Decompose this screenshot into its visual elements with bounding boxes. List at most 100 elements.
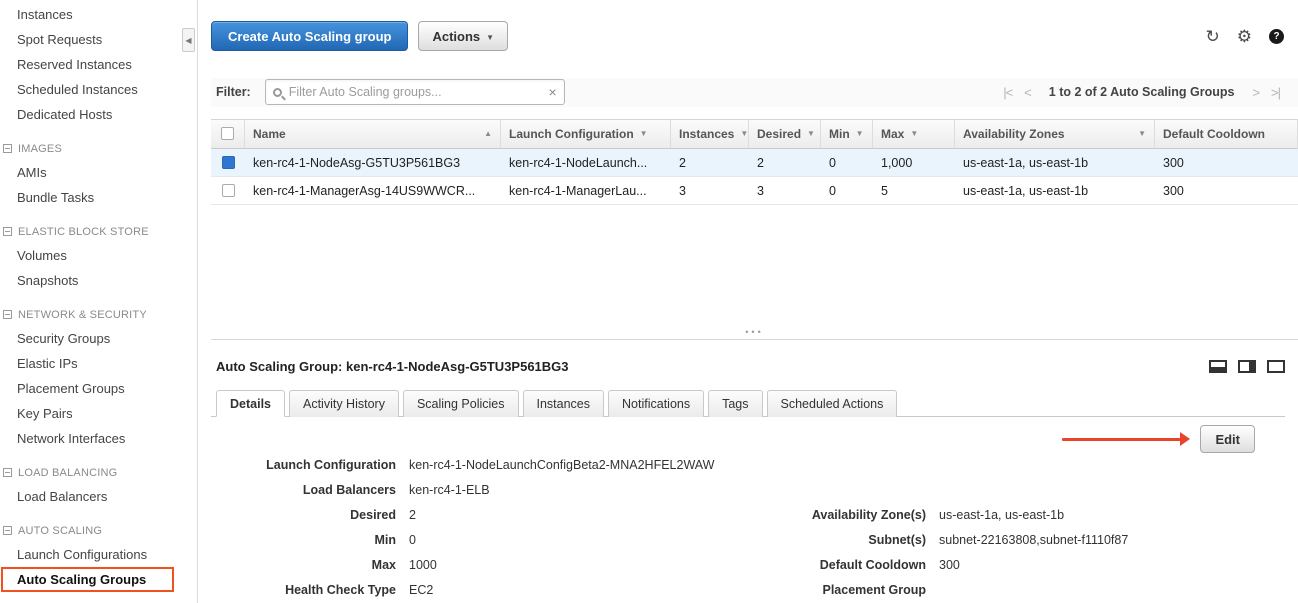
sidebar-item-load-balancers[interactable]: Load Balancers bbox=[0, 484, 180, 509]
column-header-default-cooldown[interactable]: Default Cooldown bbox=[1155, 119, 1298, 149]
sidebar-section-elastic-block-store[interactable]: ELASTIC BLOCK STORE bbox=[0, 220, 180, 243]
cell-instances: 3 bbox=[671, 177, 749, 205]
detail-tabs: Details Activity History Scaling Policie… bbox=[211, 390, 1285, 417]
filter-label: Filter: bbox=[211, 85, 251, 99]
pane-right-icon[interactable] bbox=[1238, 360, 1256, 373]
sidebar-item-spot-requests[interactable]: Spot Requests bbox=[0, 27, 180, 52]
filter-bar: Filter: × |< < 1 to 2 of 2 Auto Scaling … bbox=[211, 78, 1298, 107]
sidebar-section-label: AUTO SCALING bbox=[18, 525, 102, 537]
sidebar-item-dedicated-hosts[interactable]: Dedicated Hosts bbox=[0, 102, 180, 127]
refresh-icon[interactable]: ↻ bbox=[1206, 28, 1220, 45]
select-all-checkbox[interactable] bbox=[211, 119, 245, 149]
cell-min: 0 bbox=[821, 177, 873, 205]
field-placement-group: Placement Group bbox=[731, 578, 1128, 603]
column-header-name[interactable]: Name ▲ bbox=[245, 119, 501, 149]
collapse-sidebar-icon[interactable]: ◀ bbox=[182, 28, 195, 52]
tab-scaling-policies[interactable]: Scaling Policies bbox=[403, 390, 519, 417]
sidebar-item-key-pairs[interactable]: Key Pairs bbox=[0, 401, 180, 426]
sidebar-section-label: LOAD BALANCING bbox=[18, 467, 117, 479]
sidebar-item-reserved-instances[interactable]: Reserved Instances bbox=[0, 52, 180, 77]
sidebar-item-placement-groups[interactable]: Placement Groups bbox=[0, 376, 180, 401]
pagination-next-button[interactable]: > bbox=[1252, 85, 1259, 100]
pagination-first-button[interactable]: |< bbox=[1003, 85, 1012, 100]
empty-area bbox=[211, 205, 1298, 334]
column-header-launch-configuration[interactable]: Launch Configuration ▼ bbox=[501, 119, 671, 149]
actions-button[interactable]: Actions▼ bbox=[418, 21, 508, 51]
annotation-arrow-icon bbox=[1062, 432, 1190, 446]
tab-tags[interactable]: Tags bbox=[708, 390, 762, 417]
help-icon[interactable]: ? bbox=[1269, 29, 1284, 44]
column-header-min[interactable]: Min ▼ bbox=[821, 119, 873, 149]
sidebar-item-amis[interactable]: AMIs bbox=[0, 160, 180, 185]
sidebar-item-auto-scaling-groups[interactable]: Auto Scaling Groups bbox=[1, 567, 174, 592]
tab-scheduled-actions[interactable]: Scheduled Actions bbox=[767, 390, 898, 417]
sidebar-item-launch-configurations[interactable]: Launch Configurations bbox=[0, 542, 180, 567]
sidebar-item-elastic-ips[interactable]: Elastic IPs bbox=[0, 351, 180, 376]
sidebar-item-security-groups[interactable]: Security Groups bbox=[0, 326, 180, 351]
field-label: Subnet(s) bbox=[731, 528, 926, 553]
column-label: Desired bbox=[757, 127, 801, 141]
filter-dropdown-icon: ▼ bbox=[807, 129, 815, 138]
cell-name: ken-rc4-1-NodeAsg-G5TU3P561BG3 bbox=[245, 149, 501, 177]
clear-filter-icon[interactable]: × bbox=[543, 84, 557, 100]
collapse-section-icon bbox=[3, 526, 12, 535]
tab-details[interactable]: Details bbox=[216, 390, 285, 417]
sidebar-item-snapshots[interactable]: Snapshots bbox=[0, 268, 180, 293]
field-value: subnet-22163808,subnet-f1110f87 bbox=[939, 528, 1128, 553]
detail-title: Auto Scaling Group: ken-rc4-1-NodeAsg-G5… bbox=[216, 359, 569, 374]
pagination-last-button[interactable]: >| bbox=[1271, 85, 1280, 100]
column-label: Default Cooldown bbox=[1163, 127, 1265, 141]
column-header-instances[interactable]: Instances ▼ bbox=[671, 119, 749, 149]
column-label: Max bbox=[881, 127, 904, 141]
sort-ascending-icon: ▲ bbox=[484, 129, 492, 138]
detail-fields-right: Availability Zone(s) us-east-1a, us-east… bbox=[731, 503, 1128, 603]
column-label: Min bbox=[829, 127, 850, 141]
sidebar-section-images[interactable]: IMAGES bbox=[0, 137, 180, 160]
table-header: Name ▲ Launch Configuration ▼ Instances … bbox=[211, 119, 1298, 149]
tab-instances[interactable]: Instances bbox=[523, 390, 605, 417]
sidebar: Instances Spot Requests Reserved Instanc… bbox=[0, 0, 180, 603]
detail-fields-left: Launch Configuration ken-rc4-1-NodeLaunc… bbox=[211, 453, 731, 603]
sidebar-splitter[interactable]: ◀ bbox=[180, 0, 198, 603]
settings-gear-icon[interactable]: ⚙ bbox=[1237, 28, 1252, 45]
field-value: ken-rc4-1-NodeLaunchConfigBeta2-MNA2HFEL… bbox=[409, 453, 714, 478]
row-checkbox[interactable] bbox=[222, 156, 235, 169]
toolbar: Create Auto Scaling group Actions▼ ↻ ⚙ ? bbox=[211, 21, 1298, 51]
field-label: Load Balancers bbox=[211, 478, 396, 503]
field-label: Availability Zone(s) bbox=[731, 503, 926, 528]
sidebar-item-bundle-tasks[interactable]: Bundle Tasks bbox=[0, 185, 180, 210]
row-checkbox[interactable] bbox=[222, 184, 235, 197]
column-header-availability-zones[interactable]: Availability Zones ▼ bbox=[955, 119, 1155, 149]
field-value: 1000 bbox=[409, 553, 437, 578]
panel-resize-handle[interactable]: ••• bbox=[211, 334, 1298, 344]
filter-search-box[interactable]: × bbox=[265, 79, 565, 105]
pagination-prev-button[interactable]: < bbox=[1024, 85, 1031, 100]
checkbox-icon bbox=[221, 127, 234, 140]
sidebar-section-auto-scaling[interactable]: AUTO SCALING bbox=[0, 519, 180, 542]
field-load-balancers: Load Balancers ken-rc4-1-ELB bbox=[211, 478, 731, 503]
field-label: Default Cooldown bbox=[731, 553, 926, 578]
filter-input[interactable] bbox=[289, 85, 543, 99]
column-header-desired[interactable]: Desired ▼ bbox=[749, 119, 821, 149]
sidebar-section-load-balancing[interactable]: LOAD BALANCING bbox=[0, 461, 180, 484]
tab-activity-history[interactable]: Activity History bbox=[289, 390, 399, 417]
tab-notifications[interactable]: Notifications bbox=[608, 390, 704, 417]
pagination-label: 1 to 2 of 2 Auto Scaling Groups bbox=[1049, 85, 1235, 99]
edit-button[interactable]: Edit bbox=[1200, 425, 1255, 453]
row-select-cell bbox=[211, 177, 245, 205]
sidebar-item-scheduled-instances[interactable]: Scheduled Instances bbox=[0, 77, 180, 102]
column-header-max[interactable]: Max ▼ bbox=[873, 119, 955, 149]
table-row[interactable]: ken-rc4-1-NodeAsg-G5TU3P561BG3 ken-rc4-1… bbox=[211, 149, 1298, 177]
create-auto-scaling-group-button[interactable]: Create Auto Scaling group bbox=[211, 21, 408, 51]
field-label: Health Check Type bbox=[211, 578, 396, 603]
filter-dropdown-icon: ▼ bbox=[1138, 129, 1146, 138]
pane-maximize-icon[interactable] bbox=[1267, 360, 1285, 373]
sidebar-item-volumes[interactable]: Volumes bbox=[0, 243, 180, 268]
table-row[interactable]: ken-rc4-1-ManagerAsg-14US9WWCR... ken-rc… bbox=[211, 177, 1298, 205]
pane-bottom-icon[interactable] bbox=[1209, 360, 1227, 373]
field-health-check-type: Health Check Type EC2 bbox=[211, 578, 731, 603]
sidebar-item-instances[interactable]: Instances bbox=[0, 2, 180, 27]
sidebar-item-network-interfaces[interactable]: Network Interfaces bbox=[0, 426, 180, 451]
sidebar-section-network-security[interactable]: NETWORK & SECURITY bbox=[0, 303, 180, 326]
field-value: 300 bbox=[939, 553, 960, 578]
